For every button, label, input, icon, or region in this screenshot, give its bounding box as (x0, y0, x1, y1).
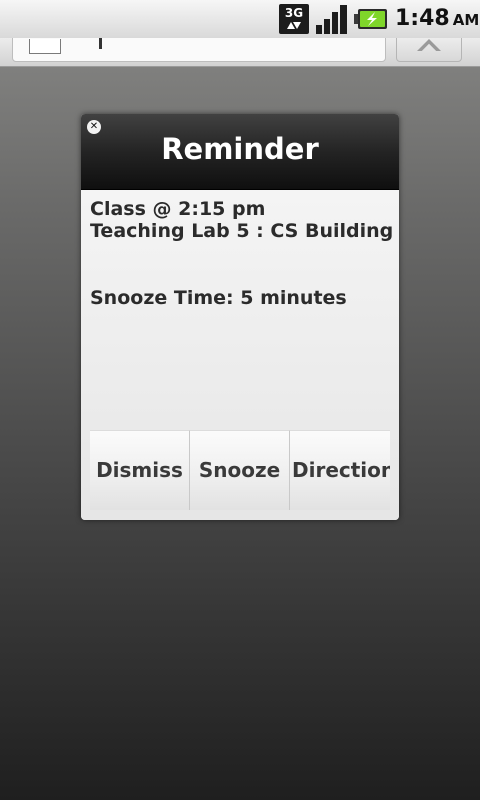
directions-button[interactable]: Directions (290, 430, 390, 510)
chevron-up-icon (417, 39, 441, 51)
dialog-title: Reminder (161, 132, 319, 166)
page-icon (29, 39, 61, 54)
snooze-button[interactable]: Snooze (190, 430, 290, 510)
location-text: Teaching Lab 5 : CS Building (90, 220, 394, 242)
signal-strength-icon (316, 5, 347, 34)
status-bar: 3G 1:48 AM (0, 0, 480, 38)
dialog-button-row: Dismiss Snooze Directions (90, 430, 390, 510)
status-clock: 1:48 AM (395, 6, 479, 34)
snooze-time-text: Snooze Time: 5 minutes (90, 287, 347, 309)
dismiss-button[interactable]: Dismiss (90, 430, 190, 510)
event-text: Class @ 2:15 pm (90, 198, 266, 220)
reminder-dialog: ✕ Reminder Class @ 2:15 pm Teaching Lab … (81, 114, 399, 520)
dialog-body: Class @ 2:15 pm Teaching Lab 5 : CS Buil… (81, 190, 399, 520)
clock-time: 1:48 (395, 6, 450, 31)
network-type-label: 3G (285, 6, 303, 20)
url-text-fragment (99, 38, 102, 49)
browser-url-bar (0, 38, 480, 67)
battery-charging-icon (354, 9, 387, 29)
dialog-header: ✕ Reminder (81, 114, 399, 190)
clock-ampm: AM (452, 11, 480, 29)
3g-data-icon: 3G (279, 4, 309, 34)
go-button[interactable] (396, 38, 462, 62)
url-input[interactable] (12, 38, 386, 62)
